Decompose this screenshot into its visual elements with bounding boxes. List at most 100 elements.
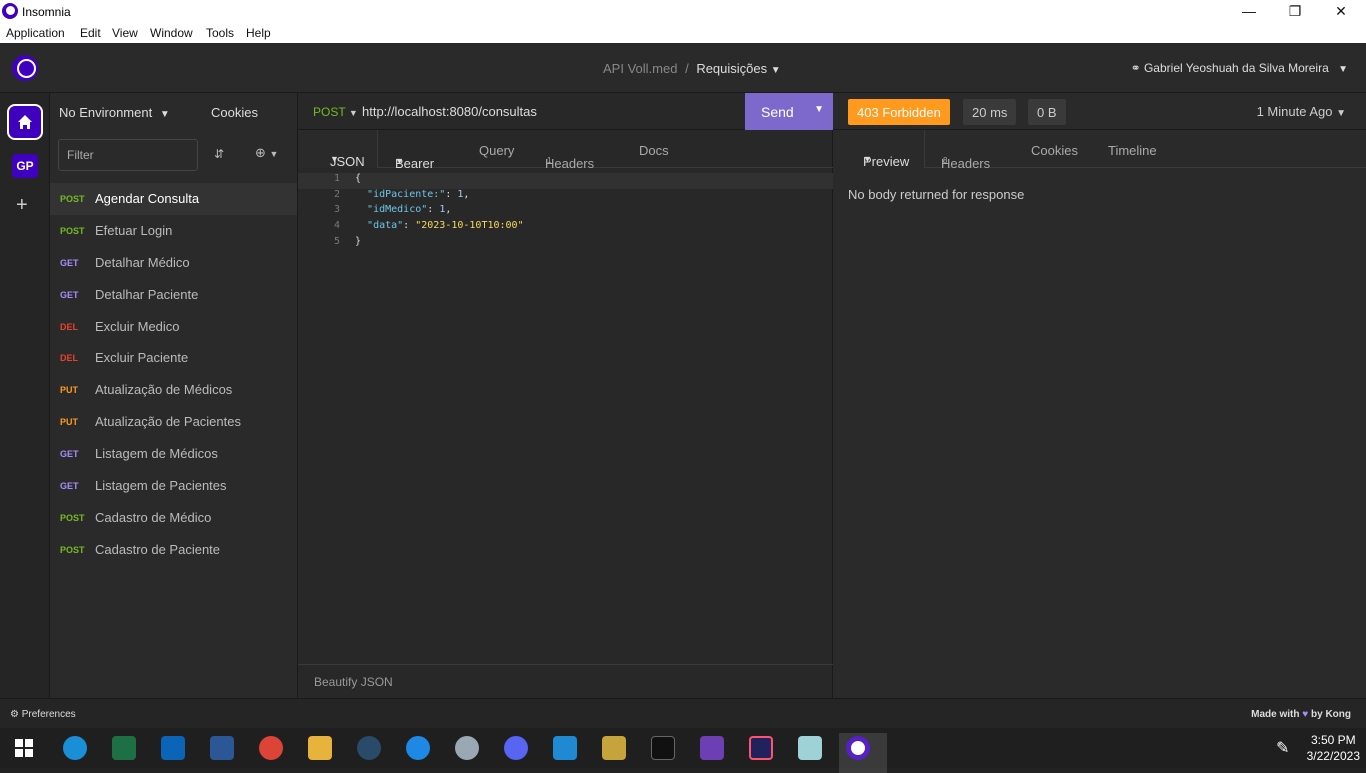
method-badge: DEL <box>60 353 78 364</box>
list-item[interactable]: POST Cadastro de Paciente <box>50 534 297 566</box>
home-button[interactable] <box>7 104 43 140</box>
insomnia-logo-icon[interactable] <box>12 55 38 81</box>
menu-bar: Application Edit View Window Tools Help <box>0 23 1366 43</box>
steam-icon[interactable] <box>357 736 381 760</box>
workspace-rail: GP + <box>0 93 50 698</box>
app-icon[interactable] <box>798 736 822 760</box>
restore-button[interactable]: ❐ <box>1272 0 1318 23</box>
list-item[interactable]: DEL Excluir Paciente <box>50 342 297 374</box>
windows-start-icon[interactable] <box>14 738 34 758</box>
breadcrumb-project[interactable]: API Voll.med <box>603 61 677 76</box>
windows-taskbar: ✎ 3:50 PM 3/22/2023 <box>0 728 1366 773</box>
environment-selector[interactable]: No Environment ▼ <box>59 105 170 120</box>
json-key: "idPaciente:" <box>367 188 446 200</box>
history-dropdown[interactable]: 1 Minute Ago ▼ <box>1257 104 1346 119</box>
user-menu[interactable]: ⚭ Gabriel Yeoshuah da Silva Moreira ▼ <box>1131 61 1348 75</box>
request-list: POST Agendar Consulta POST Efetuar Login G… <box>50 183 297 566</box>
line-number: 5 <box>333 235 340 247</box>
pen-icon[interactable]: ✎ <box>1276 738 1296 758</box>
paint-icon[interactable] <box>455 736 479 760</box>
menu-edit[interactable]: Edit <box>80 26 101 40</box>
file-explorer-icon[interactable] <box>308 736 332 760</box>
zoom-icon[interactable] <box>406 736 430 760</box>
tab-query[interactable]: Query <box>479 143 514 158</box>
workspace-badge[interactable]: GP <box>12 154 38 178</box>
send-button[interactable]: Send ▼ <box>745 93 833 130</box>
clock-time: 3:50 PM <box>1310 733 1356 747</box>
chevron-down-icon: ▼ <box>1336 108 1346 119</box>
request-name: Cadastro de Médico <box>95 509 212 525</box>
made-with-kong[interactable]: Made with ♥ by Kong <box>1251 709 1351 720</box>
code-text: { <box>355 173 362 184</box>
code-line: 1{ <box>298 173 833 189</box>
edge-icon[interactable] <box>63 736 87 760</box>
git-icon[interactable] <box>602 736 626 760</box>
line-number: 2 <box>333 188 340 200</box>
url-input[interactable]: http://localhost:8080/consultas <box>362 104 537 119</box>
menu-view[interactable]: View <box>112 26 138 40</box>
minimize-button[interactable]: — <box>1226 0 1272 23</box>
vscode-icon[interactable] <box>553 736 577 760</box>
chevron-down-icon[interactable]: ▼ <box>814 104 824 115</box>
chevron-down-icon: ▼ <box>269 149 279 159</box>
request-tabs: JSON ▼ Bearer ▼ Query Headers 1 Docs <box>298 130 833 171</box>
list-item[interactable]: GET Listagem de Pacientes <box>50 470 297 502</box>
json-value: 1 <box>439 204 446 216</box>
method-badge: GET <box>60 449 79 460</box>
sort-icon[interactable]: ⇵ <box>214 147 224 161</box>
menu-window[interactable]: Window <box>150 26 193 40</box>
discord-icon[interactable] <box>504 736 528 760</box>
intellij-icon[interactable] <box>749 736 773 760</box>
menu-tools[interactable]: Tools <box>206 26 234 40</box>
list-item[interactable]: GET Detalhar Médico <box>50 247 297 279</box>
word-icon[interactable] <box>210 736 234 760</box>
json-key: "data" <box>367 220 404 232</box>
list-item[interactable]: POST Cadastro de Médico <box>50 502 297 534</box>
list-item[interactable]: PUT Atualização de Pacientes <box>50 406 297 438</box>
breadcrumb: API Voll.med / Requisições ▼ <box>603 61 781 76</box>
chrome-icon[interactable] <box>259 736 283 760</box>
list-item[interactable]: POST Efetuar Login <box>50 215 297 247</box>
list-item[interactable]: DEL Excluir Medico <box>50 311 297 343</box>
plus-icon[interactable]: + <box>16 194 28 217</box>
system-clock[interactable]: 3:50 PM 3/22/2023 <box>1307 732 1360 764</box>
breadcrumb-separator: / <box>685 61 689 76</box>
status-badge: 403 Forbidden <box>848 99 950 125</box>
menu-help[interactable]: Help <box>246 26 271 40</box>
request-name: Agendar Consulta <box>95 191 200 206</box>
filter-input[interactable]: Filter <box>58 139 198 171</box>
response-pane: 403 Forbidden 20 ms 0 B 1 Minute Ago ▼ P… <box>833 93 1366 698</box>
list-item[interactable]: PUT Atualização de Médicos <box>50 374 297 406</box>
method-selector[interactable]: POST ▼ <box>313 105 358 119</box>
add-request-button[interactable]: ⊕ ▼ <box>255 145 278 161</box>
request-name: Cadastro de Paciente <box>95 541 221 557</box>
breadcrumb-collection[interactable]: Requisições <box>696 61 767 76</box>
list-item[interactable]: GET Detalhar Paciente <box>50 279 297 311</box>
cookies-button[interactable]: Cookies <box>211 105 258 120</box>
tab-timeline[interactable]: Timeline <box>1108 143 1157 158</box>
tab-body[interactable]: JSON ▼ <box>298 130 378 169</box>
excel-icon[interactable] <box>112 736 136 760</box>
preferences-button[interactable]: ⚙ Preferences <box>10 709 76 720</box>
insomnia-taskbar-icon[interactable] <box>839 733 887 773</box>
visual-studio-icon[interactable] <box>700 736 724 760</box>
chevron-down-icon: ▼ <box>395 156 404 166</box>
beautify-json-button[interactable]: Beautify JSON <box>298 664 833 698</box>
list-item[interactable]: POST Agendar Consulta <box>50 183 297 215</box>
json-body-editor[interactable]: 1{ 2 "idPaciente:": 1, 3 "idMedico": 1, … <box>298 173 833 251</box>
outlook-icon[interactable] <box>161 736 185 760</box>
chevron-down-icon: ▼ <box>863 154 872 164</box>
tab-preview[interactable]: Preview ▼ <box>833 130 925 169</box>
method-badge: POST <box>60 194 85 204</box>
chevron-down-icon: ▼ <box>348 108 358 118</box>
environment-label: No Environment <box>59 105 153 120</box>
close-button[interactable]: ✕ <box>1318 0 1364 23</box>
menu-application[interactable]: Application <box>6 26 65 40</box>
json-key: "idMedico" <box>367 204 428 216</box>
response-empty-message: No body returned for response <box>848 187 1025 202</box>
epic-games-icon[interactable] <box>651 736 675 760</box>
tab-docs[interactable]: Docs <box>639 143 669 158</box>
list-item[interactable]: GET Listagem de Médicos <box>50 438 297 470</box>
chevron-down-icon[interactable]: ▼ <box>771 65 781 76</box>
tab-response-cookies[interactable]: Cookies <box>1031 143 1078 158</box>
